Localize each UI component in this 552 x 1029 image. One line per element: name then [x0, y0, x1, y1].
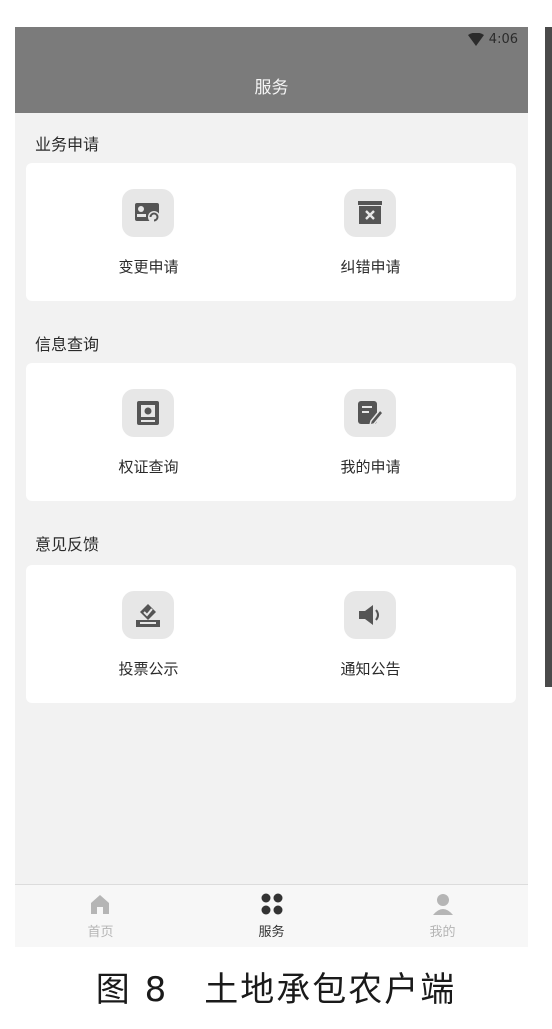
- section-title-info-query: 信息查询: [35, 335, 100, 354]
- vote-icon: [122, 591, 174, 639]
- tab-label: 首页: [87, 925, 114, 940]
- tile-label: 权证查询: [118, 458, 179, 476]
- page-title: 服务: [254, 78, 289, 98]
- tile-label: 我的申请: [340, 458, 401, 476]
- tile-label: 纠错申请: [340, 258, 401, 276]
- section-title-business: 业务申请: [35, 135, 100, 154]
- figure-caption: 图 8 土地承包农户端: [95, 970, 457, 1010]
- speaker-icon: [344, 591, 396, 639]
- status-time: 4:06: [488, 32, 518, 47]
- tile-notice-announcement[interactable]: 通知公告: [248, 565, 493, 703]
- correction-request-icon: [344, 189, 396, 237]
- tile-vote-publicity[interactable]: 投票公示: [26, 565, 271, 703]
- tab-home[interactable]: 首页: [15, 885, 186, 947]
- services-icon: [261, 893, 283, 915]
- section-title-feedback: 意见反馈: [35, 535, 100, 554]
- edit-document-icon: [344, 389, 396, 437]
- card-feedback: 投票公示 通知公告: [26, 565, 516, 703]
- tab-profile[interactable]: 我的: [357, 885, 528, 947]
- change-request-icon: [122, 189, 174, 237]
- tile-label: 变更申请: [118, 258, 179, 276]
- tile-change-request[interactable]: 变更申请: [26, 163, 271, 301]
- tile-label: 投票公示: [118, 660, 179, 678]
- status-bar: 4:06: [15, 27, 528, 53]
- tab-label: 服务: [258, 925, 285, 940]
- navigation-bar: 服务: [15, 53, 528, 113]
- wifi-icon: [468, 32, 484, 50]
- home-icon: [91, 895, 109, 914]
- adjacent-image-edge: [545, 27, 552, 687]
- tile-correction-request[interactable]: 纠错申请: [248, 163, 493, 301]
- tab-label: 我的: [429, 925, 456, 940]
- tile-certificate-query[interactable]: 权证查询: [26, 363, 271, 501]
- phone-screen: 4:06 服务 业务申请 变更申请 纠错申请 信息查询 权证查询 我的申请 意见…: [15, 27, 528, 947]
- card-business: 变更申请 纠错申请: [26, 163, 516, 301]
- profile-icon: [433, 894, 453, 915]
- card-info-query: 权证查询 我的申请: [26, 363, 516, 501]
- tile-my-applications[interactable]: 我的申请: [248, 363, 493, 501]
- tile-label: 通知公告: [340, 660, 401, 678]
- certificate-icon: [122, 389, 174, 437]
- tab-services[interactable]: 服务: [186, 885, 357, 947]
- bottom-tab-bar: 首页 服务 我的: [15, 884, 528, 947]
